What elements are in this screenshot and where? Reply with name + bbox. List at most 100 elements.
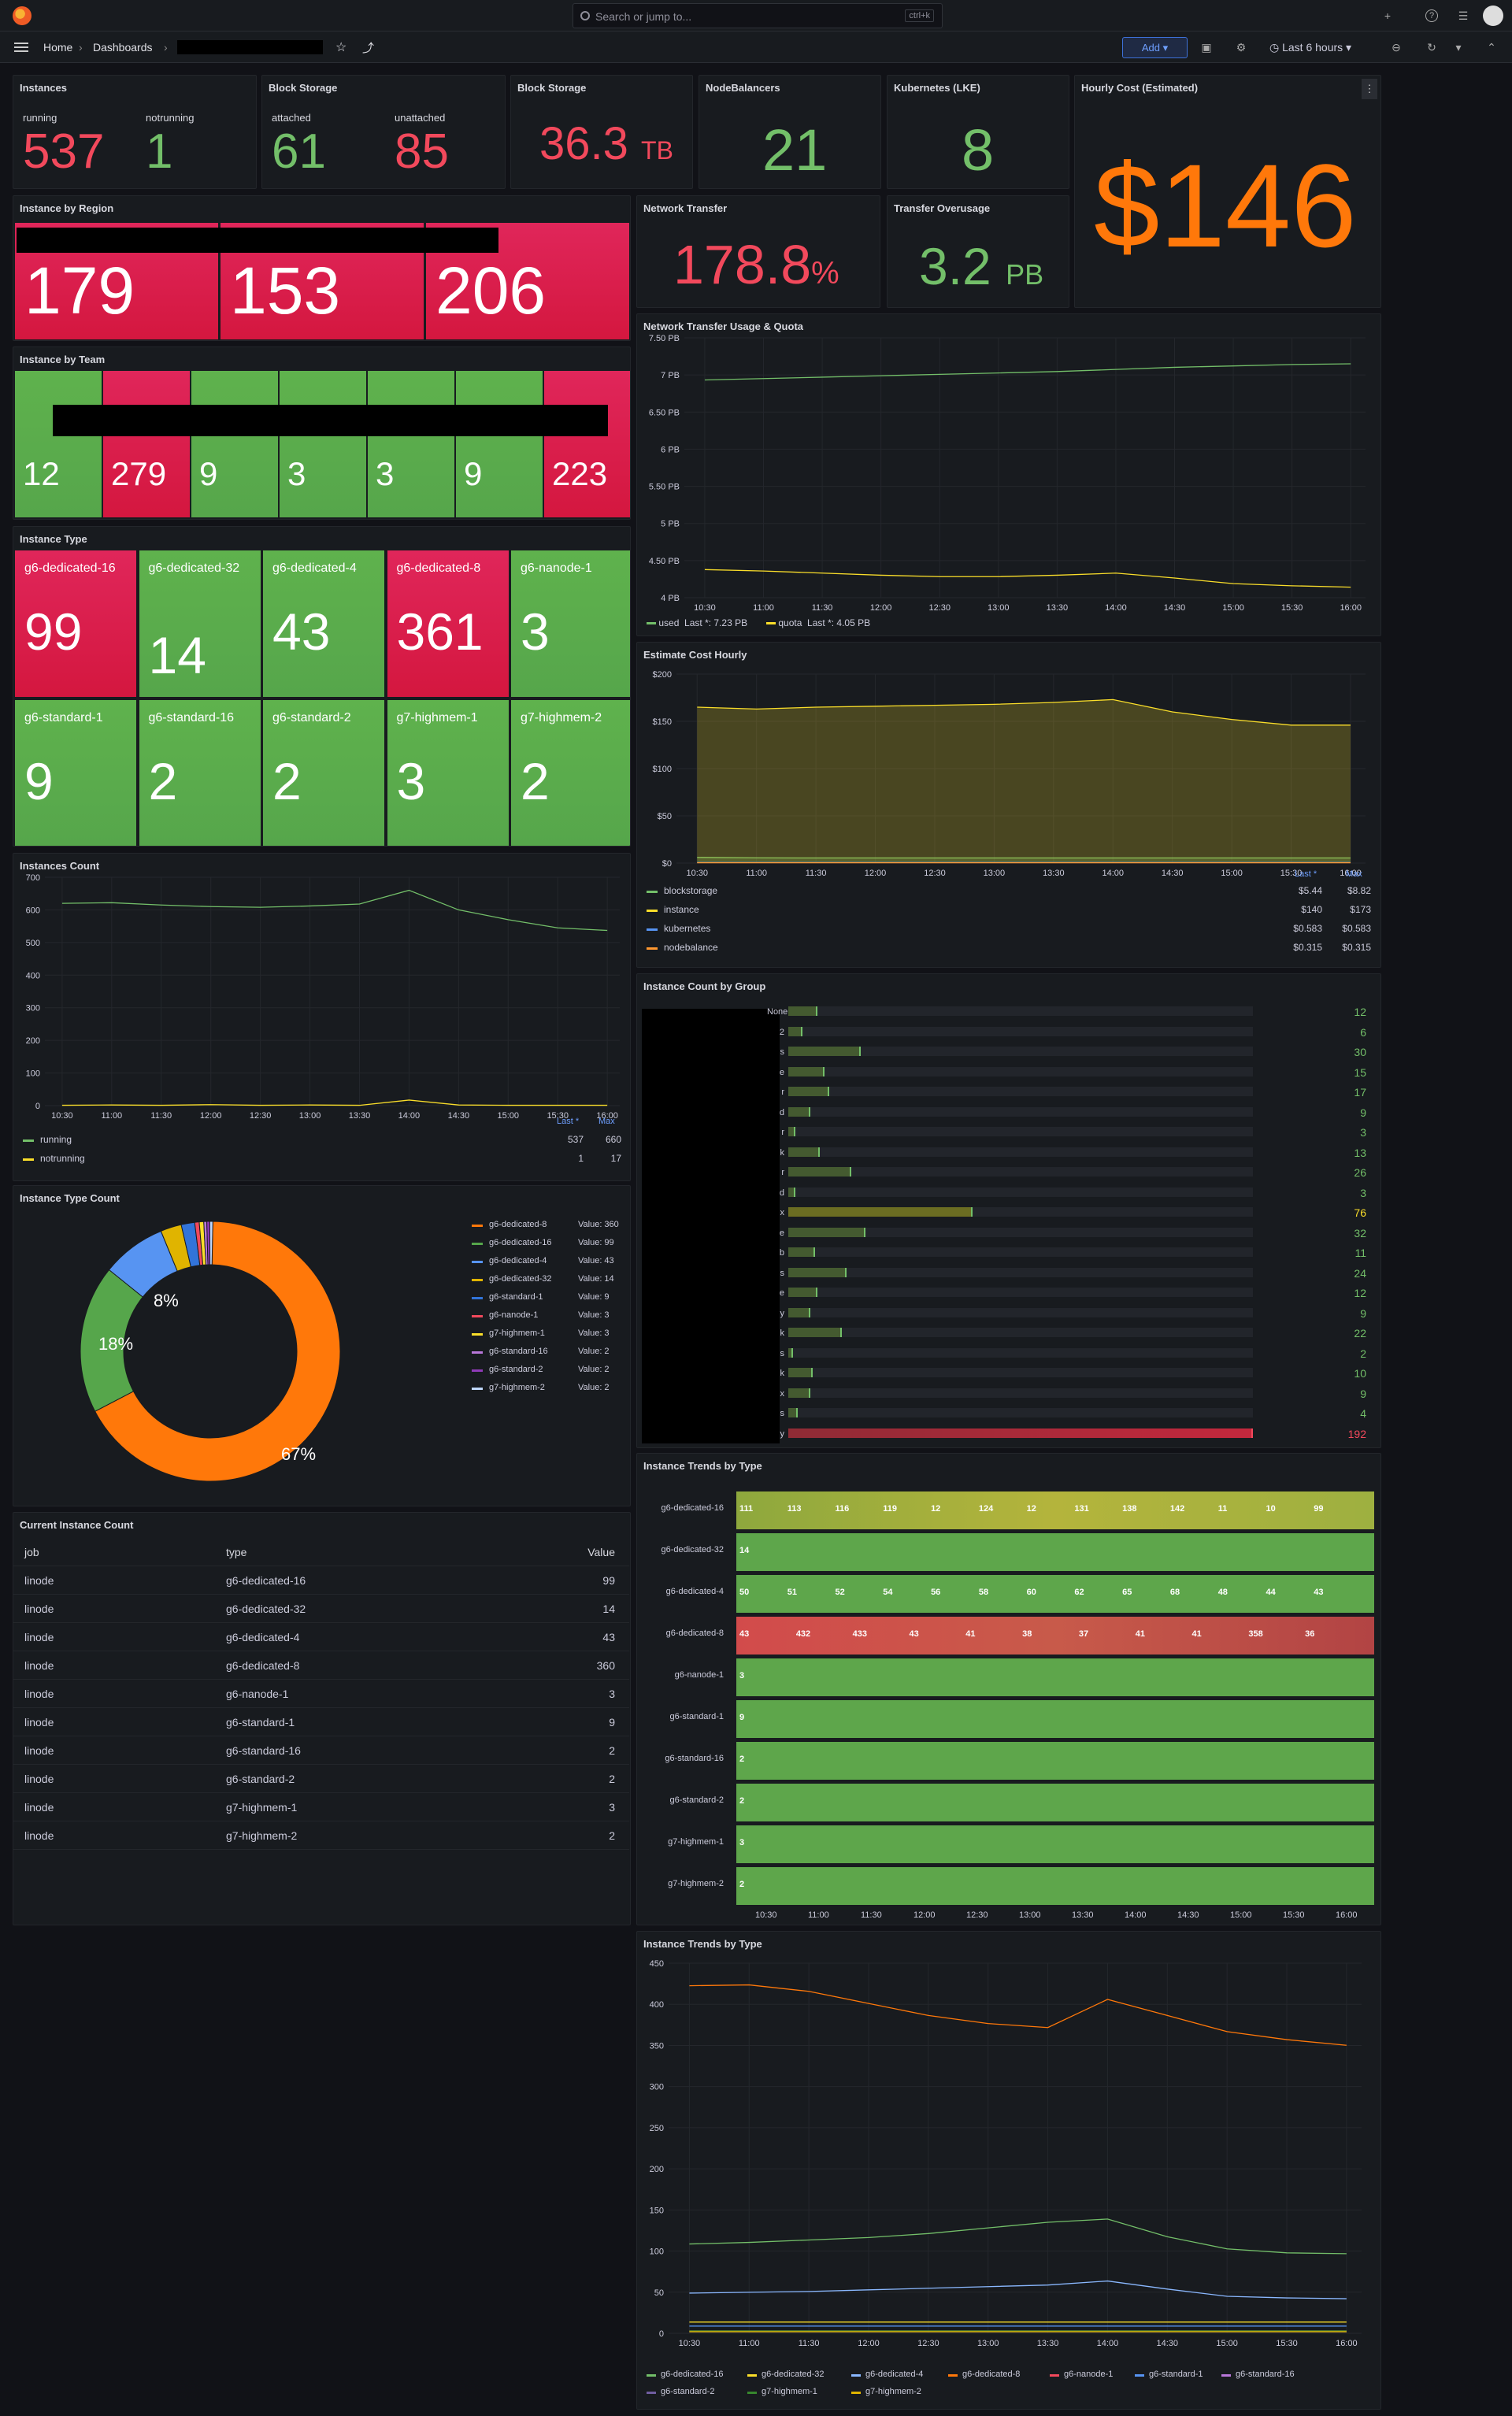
- news-icon[interactable]: ☰: [1455, 8, 1471, 24]
- group-bar: [788, 1026, 803, 1036]
- legend-header-max[interactable]: Max: [598, 1117, 615, 1126]
- instance-type-tile[interactable]: g7-highmem-2 2: [511, 700, 630, 846]
- table-row[interactable]: linode g6-dedicated-32 14: [13, 1595, 629, 1623]
- table-row[interactable]: linode g6-nanode-1 3: [13, 1680, 629, 1708]
- legend-item-g6-dedicated-8[interactable]: g6-dedicated-8 Value: 360: [472, 1220, 629, 1234]
- team-tile[interactable]: 12: [15, 371, 102, 517]
- breadcrumb-dashboards[interactable]: Dashboards: [93, 41, 153, 54]
- legend-item-g7-highmem-1[interactable]: g7-highmem-1 Value: 3: [472, 1328, 629, 1343]
- legend-item-kubernetes[interactable]: kubernetes $0.583 $0.583: [647, 923, 1371, 939]
- legend-item-used[interactable]: used Last *: 7.23 PB: [647, 617, 747, 628]
- table-row[interactable]: linode g6-standard-1 9: [13, 1708, 629, 1736]
- state-row-bar[interactable]: 111 113 116 119 12 124 12 131 138 142 11 10 99: [736, 1491, 1374, 1529]
- state-row-bar[interactable]: 43 432 433 43 41 38 37 41 41 358 36: [736, 1617, 1374, 1655]
- legend-header-last[interactable]: Last *: [557, 1117, 579, 1126]
- y-tick-label: 5 PB: [661, 520, 680, 529]
- y-tick-label: 450: [650, 1959, 664, 1969]
- instance-type-tile[interactable]: g6-standard-2 2: [263, 700, 384, 846]
- legend-swatch: [1135, 2374, 1144, 2377]
- table-row[interactable]: linode g6-standard-16 2: [13, 1736, 629, 1765]
- state-row-bar[interactable]: 14: [736, 1533, 1374, 1571]
- grafana-logo-icon[interactable]: [13, 6, 32, 25]
- legend-item-g7-highmem-2[interactable]: g7-highmem-2 Value: 2: [472, 1383, 629, 1397]
- column-header-job[interactable]: job: [24, 1546, 39, 1558]
- table-row[interactable]: linode g6-dedicated-16 99: [13, 1566, 629, 1595]
- instance-type-tile[interactable]: g6-dedicated-4 43: [263, 550, 384, 697]
- x-tick-label: 15:00: [1216, 2339, 1238, 2348]
- legend-item-g6-nanode-1[interactable]: g6-nanode-1 Value: 3: [472, 1310, 629, 1325]
- instance-type-tile[interactable]: g6-nanode-1 3: [511, 550, 630, 697]
- save-icon[interactable]: ▣: [1199, 39, 1214, 55]
- group-row-value: 4: [1360, 1407, 1366, 1420]
- y-tick-label: 350: [650, 2041, 664, 2051]
- instance-type-tile[interactable]: g6-dedicated-32 14: [139, 550, 261, 697]
- table-row[interactable]: linode g7-highmem-2 2: [13, 1821, 629, 1850]
- team-tile[interactable]: 9: [191, 371, 278, 517]
- legend-item-notrunning[interactable]: notrunning 1 17: [23, 1153, 621, 1169]
- column-header-type[interactable]: type: [226, 1546, 246, 1558]
- state-row-bar[interactable]: 2: [736, 1742, 1374, 1780]
- search-input[interactable]: Search or jump to... ctrl+k: [573, 3, 943, 28]
- state-row-bar[interactable]: 9: [736, 1700, 1374, 1738]
- x-tick-label: 12:30: [928, 603, 951, 613]
- plus-icon[interactable]: +: [1380, 8, 1395, 24]
- instance-type-tile[interactable]: g6-standard-16 2: [139, 700, 261, 846]
- team-tile[interactable]: 223: [544, 371, 630, 517]
- breadcrumb-home[interactable]: Home: [43, 41, 72, 54]
- state-row-bar[interactable]: 50 51 52 54 56 58 60 62 65 68 48 44 43: [736, 1575, 1374, 1613]
- team-tile[interactable]: 9: [456, 371, 543, 517]
- avatar[interactable]: [1483, 6, 1503, 26]
- x-tick-label: 10:30: [686, 869, 708, 878]
- legend-item-running[interactable]: running 537 660: [23, 1134, 621, 1150]
- team-tile[interactable]: 3: [368, 371, 454, 517]
- table-row[interactable]: linode g6-dedicated-8 360: [13, 1651, 629, 1680]
- instance-type-tile[interactable]: g6-standard-1 9: [15, 700, 136, 846]
- legend-item-g6-standard-2[interactable]: g6-standard-2 Value: 2: [472, 1365, 629, 1379]
- x-tick-label: 13:30: [1072, 1910, 1094, 1920]
- panel-title: Network Transfer: [643, 202, 728, 214]
- legend-item-instance[interactable]: instance $140 $173: [647, 904, 1371, 920]
- cell-type: g6-dedicated-4: [226, 1631, 300, 1643]
- table-row[interactable]: linode g6-standard-2 2: [13, 1765, 629, 1793]
- menu-icon[interactable]: [14, 43, 28, 52]
- settings-gear-icon[interactable]: ⚙: [1233, 39, 1249, 55]
- star-icon[interactable]: ☆: [335, 39, 346, 55]
- legend-item-g6-standard-16[interactable]: g6-standard-16 Value: 2: [472, 1347, 629, 1361]
- instance-type-label: g6-dedicated-4: [272, 561, 357, 575]
- legend-header-last[interactable]: Last *: [1295, 869, 1317, 879]
- team-value: 3: [287, 455, 306, 492]
- legend-item-g6-dedicated-16[interactable]: g6-dedicated-16 Value: 99: [472, 1238, 629, 1252]
- state-row-bar[interactable]: 3: [736, 1825, 1374, 1863]
- add-button[interactable]: Add ▾: [1122, 37, 1188, 58]
- table-row[interactable]: linode g7-highmem-1 3: [13, 1793, 629, 1821]
- legend-item-nodebalance[interactable]: nodebalance $0.315 $0.315: [647, 942, 1371, 958]
- y-tick-label: $0: [662, 859, 672, 869]
- state-row-bar[interactable]: 3: [736, 1658, 1374, 1696]
- team-tile[interactable]: 279: [103, 371, 190, 517]
- instance-type-tile[interactable]: g7-highmem-1 3: [387, 700, 509, 846]
- instance-type-value: 3: [396, 752, 426, 810]
- refresh-interval-dropdown[interactable]: ▾: [1451, 39, 1466, 55]
- zoom-out-icon[interactable]: ⊖: [1388, 39, 1404, 55]
- legend-item-blockstorage[interactable]: blockstorage $5.44 $8.82: [647, 885, 1371, 901]
- group-bar: [788, 1227, 866, 1237]
- panel-menu-icon[interactable]: ⋮: [1362, 79, 1377, 99]
- share-icon[interactable]: ⤴: [362, 39, 374, 56]
- legend-item-g6-dedicated-32[interactable]: g6-dedicated-32 Value: 14: [472, 1274, 629, 1288]
- help-icon[interactable]: ?: [1425, 9, 1438, 22]
- legend-header-max[interactable]: Max: [1346, 869, 1362, 879]
- state-row-bar[interactable]: 2: [736, 1867, 1374, 1905]
- team-tile[interactable]: 3: [280, 371, 366, 517]
- state-row-bar[interactable]: 2: [736, 1784, 1374, 1821]
- instance-type-tile[interactable]: g6-dedicated-16 99: [15, 550, 136, 697]
- time-range-picker[interactable]: ◷ Last 6 hours ▾: [1269, 38, 1351, 57]
- legend-item-quota[interactable]: quota Last *: 4.05 PB: [766, 617, 870, 628]
- legend-item-g6-standard-1[interactable]: g6-standard-1 Value: 9: [472, 1292, 629, 1306]
- legend-item-g6-dedicated-4[interactable]: g6-dedicated-4 Value: 43: [472, 1256, 629, 1270]
- panel-hourly-cost: Hourly Cost (Estimated) ⋮ $146: [1074, 75, 1381, 308]
- instance-type-tile[interactable]: g6-dedicated-8 361: [387, 550, 509, 697]
- collapse-icon[interactable]: ⌃: [1484, 39, 1499, 55]
- table-row[interactable]: linode g6-dedicated-4 43: [13, 1623, 629, 1651]
- column-header-value[interactable]: Value: [587, 1546, 615, 1558]
- refresh-icon[interactable]: ↻: [1424, 39, 1440, 55]
